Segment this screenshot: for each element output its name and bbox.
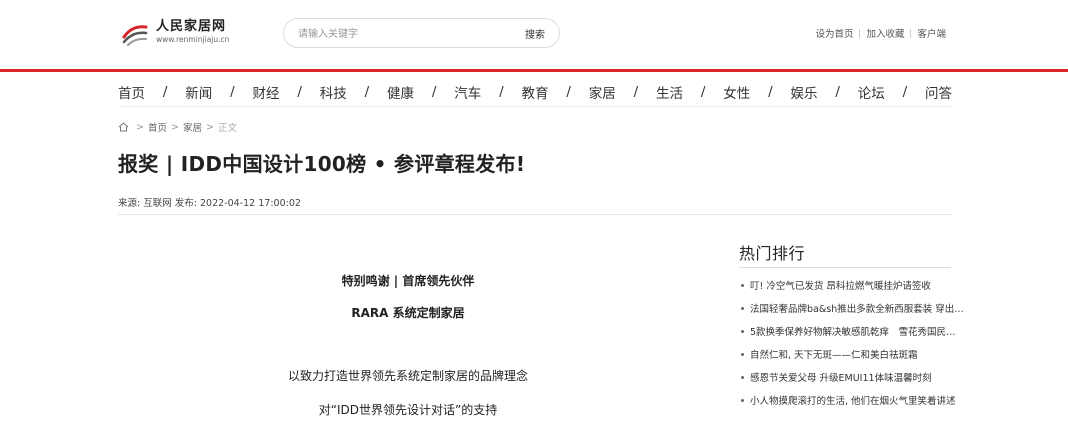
site-logo[interactable]: 人民家居网 www.renminjiaju.cn [120,16,250,48]
logo-url: www.renminjiaju.cn [156,35,230,45]
nav-separator: / [700,83,706,100]
hot-list-item[interactable]: 感恩节关爱父母 升级EMUI11体味温馨时刻 [739,367,965,390]
breadcrumb-current: 正文 [217,123,237,134]
breadcrumb: > 首页 > 家居 > 正文 [118,120,237,134]
logo-name: 人民家居网 [156,19,227,35]
hot-ranking-list: 叮! 冷空气已发货 昂科拉燃气暖挂炉请签收 法国轻奢品牌ba&sh推出多款全新西… [739,275,971,413]
nav-item-finance[interactable]: 财经 [253,82,280,102]
hot-ranking-title: 热门排行 [739,244,806,263]
site-header: 人民家居网 www.renminjiaju.cn 搜索 设为首页 加入收藏 客户… [0,0,1068,70]
hot-ranking-divider [739,267,951,268]
link-divider [859,28,861,38]
nav-separator: / [566,83,571,100]
breadcrumb-separator: > [136,121,144,133]
source-value: 互联网 [143,198,172,209]
nav-separator: / [162,83,168,100]
article-title: 报奖 | IDD中国设计100榜 • 参评章程发布! [118,152,526,176]
nav-separator: / [902,83,908,100]
bullet-icon [741,330,744,333]
search-input[interactable] [298,25,498,43]
bullet-icon [741,284,744,287]
hot-list-item[interactable]: 5款换季保养好物解决敏感肌乾痒 雪花秀国民精华 [739,321,965,344]
breadcrumb-separator: > [170,121,179,133]
nav-item-life[interactable]: 生活 [656,82,683,102]
nav-separator: / [633,83,639,100]
hot-item-text[interactable]: 5款换季保养好物解决敏感肌乾痒 雪花秀国民精华 [750,327,965,338]
hot-item-text[interactable]: 法国轻奢品牌ba&sh推出多款全新西服套装 穿出优雅 [750,304,965,315]
article-paragraph: 以致力打造世界领先系统定制家居的品牌理念 [287,369,528,383]
nav-item-health[interactable]: 健康 [387,82,414,102]
meta-divider [118,214,952,215]
article-paragraph: 特别鸣谢 | 首席领先伙伴 [341,274,475,288]
hot-item-text[interactable]: 自然仁和, 天下无斑——仁和美白祛斑霜 [750,350,918,361]
hot-list-item[interactable]: 自然仁和, 天下无斑——仁和美白祛斑霜 [739,344,965,367]
link-divider [910,28,912,38]
breadcrumb-home[interactable]: 首页 [148,120,167,134]
nav-item-home-furnishing[interactable]: 家居 [589,82,616,102]
set-homepage-link[interactable]: 设为首页 [815,26,853,40]
breadcrumb-category[interactable]: 家居 [183,120,202,134]
hot-item-text[interactable]: 叮! 冷空气已发货 昂科拉燃气暖挂炉请签收 [750,281,931,292]
nav-item-news[interactable]: 新闻 [185,82,212,102]
hot-list-item[interactable]: 叮! 冷空气已发货 昂科拉燃气暖挂炉请签收 [739,275,965,298]
nav-item-entertainment[interactable]: 娱乐 [791,82,818,102]
article-meta: 来源: 互联网 发布: 2022-04-12 17:00:02 [118,195,301,209]
main-nav: 首页 / 新闻 / 财经 / 科技 / 健康 / 汽车 / 教育 / 家居 / … [118,77,952,107]
bullet-icon [741,353,744,356]
nav-separator: / [364,83,370,100]
publish-label: 发布: [174,198,197,209]
bullet-icon [741,399,744,402]
logo-icon [122,25,148,46]
header-accent-line [0,69,1068,72]
top-links: 设为首页 加入收藏 客户端 [815,26,946,40]
hot-item-text[interactable]: 感恩节关爱父母 升级EMUI11体味温馨时刻 [750,373,932,384]
search-button[interactable]: 搜索 [525,26,545,41]
nav-separator: / [431,83,437,100]
add-favorite-link[interactable]: 加入收藏 [866,26,904,40]
nav-separator: / [230,83,235,100]
client-link[interactable]: 客户端 [917,26,946,40]
article-paragraph: RARA 系统定制家居 [351,306,465,320]
hot-list-item[interactable]: 小人物摸爬滚打的生活, 他们在烟火气里笑着讲述 [739,390,965,413]
nav-item-women[interactable]: 女性 [723,82,750,102]
nav-item-tech[interactable]: 科技 [320,82,347,102]
hot-ranking: 热门排行 叮! 冷空气已发货 昂科拉燃气暖挂炉请签收 法国轻奢品牌ba&sh推出… [739,240,965,407]
publish-time: 2022-04-12 17:00:02 [200,198,301,209]
search-box: 搜索 [283,18,560,48]
nav-separator: / [768,83,773,100]
bullet-icon [741,307,744,310]
hot-list-item[interactable]: 法国轻奢品牌ba&sh推出多款全新西服套装 穿出优雅 [739,298,965,321]
source-label: 来源: [118,198,141,209]
bullet-icon [741,376,744,379]
nav-item-education[interactable]: 教育 [522,82,549,102]
hot-item-text[interactable]: 小人物摸爬滚打的生活, 他们在烟火气里笑着讲述 [750,396,956,407]
nav-separator: / [499,83,504,100]
nav-separator: / [297,83,302,100]
nav-separator: / [835,83,840,100]
nav-item-forum[interactable]: 论坛 [858,82,885,102]
article-paragraph: 对“IDD世界领先设计对话”的支持 [318,403,498,417]
nav-item-auto[interactable]: 汽车 [454,82,481,102]
home-icon[interactable] [118,122,129,132]
nav-item-qa[interactable]: 问答 [925,82,952,102]
nav-item-home[interactable]: 首页 [118,82,145,102]
breadcrumb-separator: > [205,121,214,133]
